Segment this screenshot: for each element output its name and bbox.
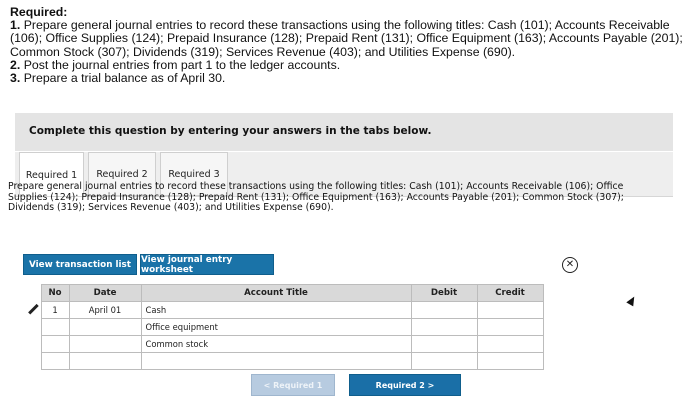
edit-row-cell[interactable] — [25, 301, 41, 319]
requirements-block: Required: 1. Prepare general journal ent… — [10, 5, 690, 86]
requirement-1: 1. Prepare general journal entries to re… — [10, 19, 690, 59]
instruction-text: Complete this question by entering your … — [29, 125, 432, 137]
requirement-3-text: Prepare a trial balance as of April 30. — [23, 71, 226, 86]
view-journal-worksheet-button[interactable]: View journal entry worksheet — [140, 254, 274, 275]
cell-account: Office equipment — [140, 318, 412, 336]
marker-header — [25, 284, 41, 302]
cell-credit — [476, 335, 544, 353]
marker-cell — [25, 352, 41, 370]
instruction-bar: Complete this question by entering your … — [15, 113, 673, 151]
cell-no — [40, 318, 70, 336]
cell-debit — [410, 335, 478, 353]
cell-no — [40, 352, 70, 370]
prev-required-button[interactable]: < Required 1 — [251, 374, 335, 396]
journal-table: No Date Account Title Debit Credit 1 Apr… — [25, 284, 544, 370]
marker-cell — [25, 335, 41, 353]
requirement-1-number: 1. — [10, 18, 21, 33]
marker-cell — [25, 318, 41, 336]
requirement-3-number: 3. — [10, 71, 21, 86]
cell-no — [40, 335, 70, 353]
cell-credit — [476, 352, 544, 370]
cell-date: April 01 — [68, 301, 142, 319]
requirement-2-text: Post the journal entries from part 1 to … — [23, 57, 341, 72]
cell-debit — [410, 301, 478, 319]
cell-date — [68, 318, 142, 336]
close-icon[interactable]: ✕ — [562, 257, 578, 273]
cell-date — [68, 352, 142, 370]
table-row: Common stock — [25, 335, 544, 353]
requirement-2-number: 2. — [10, 57, 21, 72]
header-account-title: Account Title — [140, 284, 412, 302]
cell-account: Cash — [140, 301, 412, 319]
view-transaction-list-button[interactable]: View transaction list — [23, 254, 137, 275]
table-row — [25, 352, 544, 370]
header-credit: Credit — [476, 284, 544, 302]
panel-instructions: Prepare general journal entries to recor… — [8, 181, 624, 214]
header-date: Date — [68, 284, 142, 302]
cell-no: 1 — [40, 301, 70, 319]
cell-credit — [476, 301, 544, 319]
requirement-3: 3. Prepare a trial balance as of April 3… — [10, 71, 690, 86]
table-header-row: No Date Account Title Debit Credit — [25, 284, 544, 302]
next-required-button[interactable]: Required 2 > — [349, 374, 461, 396]
header-debit: Debit — [410, 284, 478, 302]
cell-debit — [410, 352, 478, 370]
cell-account — [140, 352, 412, 370]
pencil-icon[interactable] — [27, 304, 38, 315]
table-row: Office equipment — [25, 318, 544, 336]
table-row: 1 April 01 Cash — [25, 301, 544, 319]
cell-debit — [410, 318, 478, 336]
cell-credit — [476, 318, 544, 336]
cell-account: Common stock — [140, 335, 412, 353]
cell-date — [68, 335, 142, 353]
requirement-1-text: Prepare general journal entries to recor… — [10, 18, 683, 59]
header-no: No — [40, 284, 70, 302]
